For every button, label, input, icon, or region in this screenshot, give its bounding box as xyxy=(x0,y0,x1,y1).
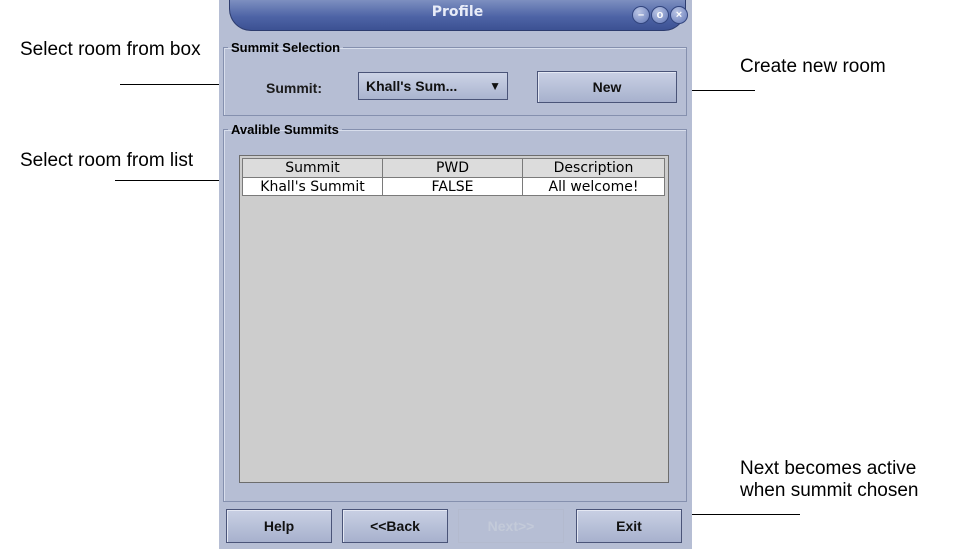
cell-summit: Khall's Summit xyxy=(242,177,383,196)
cell-pwd: FALSE xyxy=(382,177,523,196)
summit-selection-legend: Summit Selection xyxy=(231,40,341,55)
annotation-create-new: Create new room xyxy=(740,56,886,77)
column-header-summit[interactable]: Summit xyxy=(242,158,383,178)
available-summits-legend: Avalible Summits xyxy=(231,122,339,137)
back-button[interactable]: <<Back xyxy=(342,509,448,543)
summit-label: Summit: xyxy=(266,80,322,96)
annotation-select-box: Select room from box xyxy=(20,39,201,60)
chevron-down-icon: ▼ xyxy=(489,79,501,93)
help-button[interactable]: Help xyxy=(226,509,332,543)
restore-icon[interactable]: o xyxy=(651,6,669,24)
cell-description: All welcome! xyxy=(522,177,665,196)
next-button[interactable]: Next>> xyxy=(458,509,564,543)
annotation-next-active: Next becomes active when summit chosen xyxy=(740,458,919,501)
column-header-pwd[interactable]: PWD xyxy=(382,158,523,178)
new-button[interactable]: New xyxy=(537,71,677,103)
column-header-description[interactable]: Description xyxy=(522,158,665,178)
summits-table[interactable]: Summit PWD Description Khall's Summit FA… xyxy=(239,155,669,483)
leader-line-select-list xyxy=(115,180,225,181)
summit-combo-value: Khall's Sum... xyxy=(366,78,458,94)
exit-button[interactable]: Exit xyxy=(576,509,682,543)
profile-window: Profile – o × Summit Selection Summit: K… xyxy=(219,0,692,549)
close-icon[interactable]: × xyxy=(670,6,688,24)
summit-combo-box[interactable]: Khall's Sum... ▼ xyxy=(358,72,508,100)
minimize-icon[interactable]: – xyxy=(632,6,650,24)
annotation-select-list: Select room from list xyxy=(20,150,194,171)
title-bar[interactable]: Profile – o × xyxy=(229,0,688,31)
window-title: Profile xyxy=(431,4,484,20)
table-header-row: Summit PWD Description xyxy=(242,158,665,178)
table-row[interactable]: Khall's Summit FALSE All welcome! xyxy=(242,177,665,196)
